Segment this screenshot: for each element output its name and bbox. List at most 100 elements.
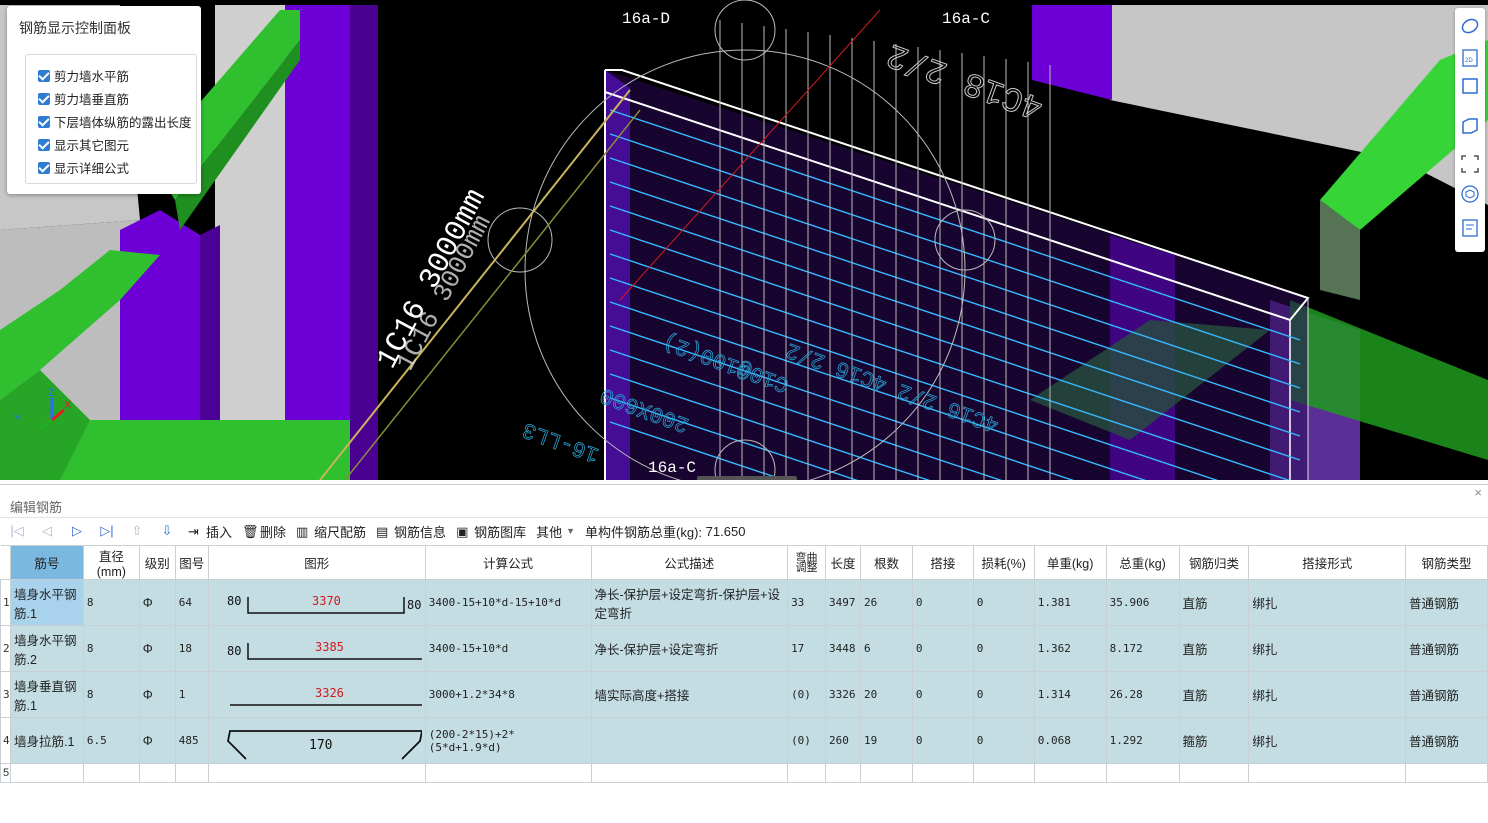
cell-bend-adjust[interactable]: 17 [787,625,827,672]
cell-unit-weight[interactable]: 1.314 [1033,671,1107,718]
checkbox[interactable] [38,69,50,82]
cell-lap-form[interactable]: 绑扎 [1248,717,1407,764]
option-lower-wall-exposed-length[interactable]: 下层墙体纵筋的露出长度 [38,112,192,131]
option-shear-wall-vertical[interactable]: 剪力墙垂直筋 [38,89,129,108]
cell-loss[interactable]: 0 [972,671,1035,718]
3d-viewport[interactable]: 16a-D 16a-C 16a-C 1C16 3000mm 1C16 3000m… [0,0,1488,480]
checkbox[interactable] [38,115,50,128]
table-row[interactable]: 3 墙身垂直钢筋.1 8 Φ 1 3326 3000+1.2*34*8 墙实际高度+搭接 (0)… [0,671,1488,718]
cell-diameter[interactable]: 6.5 [82,717,140,764]
table-row[interactable]: 1 墙身水平钢筋.1 8 Φ 64 80 3370 80 3400-15+10*d-15+10*… [0,579,1488,626]
col-header[interactable]: 筋号 [9,545,84,580]
cell-lap[interactable]: 0 [911,717,974,764]
cell-length[interactable]: 260 [825,717,862,764]
col-header[interactable]: 单重(kg) [1033,545,1107,580]
cell-figure-no[interactable]: 64 [174,579,209,626]
cell-lap-form[interactable]: 绑扎 [1248,671,1407,718]
cell-formula[interactable]: (200-2*15)+2*(5*d+1.9*d) [424,717,592,764]
cell-formula-desc[interactable]: 墙实际高度+搭接 [590,671,789,718]
scale-config-button[interactable]: ▥ 缩尺配筋 [296,522,366,541]
2d-icon[interactable]: 2D [1460,48,1480,68]
table-row[interactable]: 4 墙身拉筋.1 6.5 Φ 485 170 (200-2*15)+2*(5*d+1.9*d… [0,717,1488,764]
orbit-icon[interactable] [1460,16,1480,36]
cell-diameter[interactable]: 8 [82,625,140,672]
col-header[interactable]: 公式描述 [590,545,789,580]
cell-rebar-name[interactable]: 墙身水平钢筋.2 [9,625,84,672]
cell-category[interactable]: 直筋 [1178,579,1250,626]
col-header[interactable]: 计算公式 [424,545,592,580]
cell-rebar-type[interactable]: 普通钢筋 [1405,579,1488,626]
cell-total-weight[interactable]: 35.906 [1105,579,1180,626]
cell-count[interactable]: 6 [860,625,913,672]
cell-bend-adjust[interactable]: (0) [787,717,827,764]
settings-list-icon[interactable] [1460,218,1480,238]
cell-total-weight[interactable]: 1.292 [1105,717,1180,764]
panel-collapse-handle[interactable] [697,476,797,480]
col-header[interactable]: 直径(mm) [82,545,140,580]
col-header[interactable]: 钢筋归类 [1178,545,1250,580]
cell-count[interactable]: 20 [860,671,913,718]
cell-formula[interactable]: 3000+1.2*34*8 [424,671,592,718]
cell-rebar-name[interactable]: 墙身拉筋.1 [9,717,84,764]
rebar-info-button[interactable]: ▤ 钢筋信息 [376,522,446,541]
cell-shape[interactable]: 80 3385 [207,625,426,672]
cell-rebar-name[interactable]: 墙身垂直钢筋.1 [9,671,84,718]
cell-diameter[interactable]: 8 [82,671,140,718]
cell-formula-desc[interactable]: 净长-保护层+设定弯折-保护层+设定弯折 [590,579,789,626]
table-row[interactable]: 2 墙身水平钢筋.2 8 Φ 18 80 3385 3400-15+10*d 净长-保护层+设定… [0,625,1488,672]
cell-formula-desc[interactable]: 净长-保护层+设定弯折 [590,625,789,672]
close-icon[interactable]: × [1474,485,1482,500]
first-record-icon[interactable]: |◁ [8,522,26,540]
col-header[interactable]: 长度 [825,545,862,580]
cell-unit-weight[interactable]: 0.068 [1033,717,1107,764]
cell-rebar-type[interactable]: 普通钢筋 [1405,717,1488,764]
rebar-3d-scene[interactable]: 16a-D 16a-C 16a-C 1C16 3000mm 1C16 3000m… [0,0,1488,480]
table-row[interactable]: 5 [0,763,1488,783]
cell-category[interactable]: 箍筋 [1178,717,1250,764]
cell-total-weight[interactable]: 26.28 [1105,671,1180,718]
cell-loss[interactable]: 0 [972,625,1035,672]
cell-length[interactable]: 3497 [825,579,862,626]
cell-rebar-type[interactable]: 普通钢筋 [1405,671,1488,718]
view-cube-icon[interactable] [1460,184,1480,204]
cell-loss[interactable]: 0 [972,717,1035,764]
rebar-library-button[interactable]: ▣ 钢筋图库 [456,522,526,541]
cell-shape[interactable]: 170 [207,717,426,764]
cell-lap[interactable]: 0 [911,671,974,718]
cube-iso-icon[interactable] [1460,116,1480,136]
col-header[interactable]: 损耗(%) [972,545,1035,580]
cell-total-weight[interactable]: 8.172 [1105,625,1180,672]
checkbox[interactable] [38,138,50,151]
cell-formula[interactable]: 3400-15+10*d-15+10*d [424,579,592,626]
option-show-detailed-formula[interactable]: 显示详细公式 [38,158,129,177]
col-header[interactable]: 根数 [860,545,913,580]
prev-record-icon[interactable]: ◁ [38,522,56,540]
cell-unit-weight[interactable]: 1.381 [1033,579,1107,626]
delete-button[interactable]: 🗑 删除 [242,522,286,541]
col-header[interactable]: 搭接 [911,545,974,580]
cell-figure-no[interactable]: 1 [174,671,209,718]
col-header[interactable]: 图形 [207,545,426,580]
other-dropdown[interactable]: 其他 ▼ [536,522,575,541]
checkbox[interactable] [38,92,50,105]
cell-grade[interactable]: Φ [138,717,176,764]
cell-lap-form[interactable]: 绑扎 [1248,579,1407,626]
cell-lap-form[interactable]: 绑扎 [1248,625,1407,672]
insert-button[interactable]: ⇥ 插入 [188,522,232,541]
cell-lap[interactable]: 0 [911,625,974,672]
move-up-icon[interactable]: ⇧ [128,522,146,540]
cell-grade[interactable]: Φ [138,625,176,672]
cell-length[interactable]: 3326 [825,671,862,718]
cell-formula-desc[interactable] [590,717,789,764]
cell-count[interactable]: 26 [860,579,913,626]
col-header[interactable]: 搭接形式 [1248,545,1407,580]
fit-view-icon[interactable] [1460,154,1480,174]
cell-rebar-type[interactable]: 普通钢筋 [1405,625,1488,672]
next-record-icon[interactable]: ▷ [68,522,86,540]
option-shear-wall-horizontal[interactable]: 剪力墙水平筋 [38,66,129,85]
cell-category[interactable]: 直筋 [1178,671,1250,718]
cell-diameter[interactable]: 8 [82,579,140,626]
cell-rebar-name[interactable]: 墙身水平钢筋.1 [9,579,84,626]
checkbox[interactable] [38,161,50,174]
cell-category[interactable]: 直筋 [1178,625,1250,672]
